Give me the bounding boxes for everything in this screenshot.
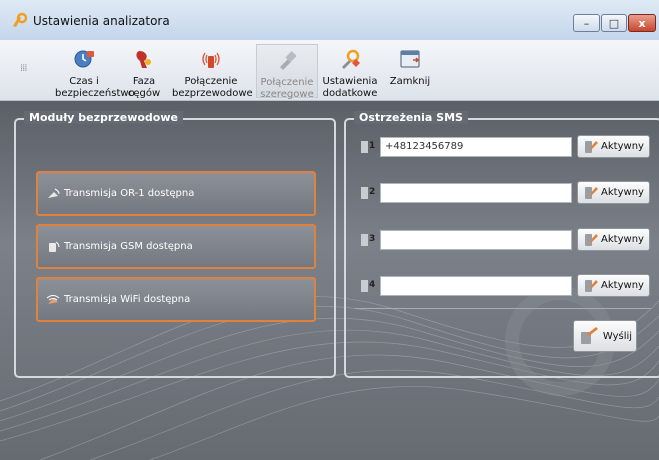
slot-number: 3 bbox=[369, 234, 376, 244]
gsm-icon bbox=[49, 241, 60, 252]
title-bar: Ustawienia analizatora – □ x bbox=[0, 0, 659, 41]
minimize-icon: – bbox=[583, 16, 590, 30]
toolbar-label: Połączenie bbox=[260, 77, 314, 88]
maximize-icon: □ bbox=[608, 16, 620, 30]
active-button-label: Aktywny bbox=[601, 141, 644, 152]
active-toggle-button-1[interactable]: Aktywny bbox=[577, 135, 650, 158]
clamp-phase-icon bbox=[136, 51, 151, 68]
phone-active-icon bbox=[585, 233, 599, 246]
send-sms-icon bbox=[580, 327, 598, 344]
app-settings-icon bbox=[13, 12, 28, 27]
close-window-icon bbox=[400, 50, 420, 68]
transmission-wifi-button[interactable]: Transmisja WiFi dostępna bbox=[36, 277, 316, 322]
slot-number: 2 bbox=[369, 187, 376, 197]
active-toggle-button-4[interactable]: Aktywny bbox=[577, 274, 650, 297]
toolbar-label: bezpieczeństwo bbox=[55, 88, 135, 99]
phone-number-input-4[interactable] bbox=[380, 276, 572, 296]
phone-active-icon bbox=[585, 186, 599, 199]
phone-number-input-3[interactable] bbox=[380, 230, 572, 250]
serial-connection-icon bbox=[280, 51, 297, 70]
transmission-or1-label: Transmisja OR-1 dostępna bbox=[64, 188, 195, 199]
wireless-modules-title: Moduły bezprzewodowe bbox=[24, 111, 183, 124]
phone-active-icon bbox=[585, 279, 599, 292]
toolbar-label: Ustawienia bbox=[322, 76, 378, 87]
toolbar-label: Połączenie bbox=[184, 76, 238, 87]
phone-active-icon bbox=[585, 140, 599, 153]
phone-number-input-2[interactable] bbox=[380, 183, 572, 203]
clock-security-icon bbox=[74, 50, 94, 68]
toolbar-grip-icon[interactable]: ⁞⁞⁞ bbox=[20, 63, 27, 74]
close-icon: x bbox=[638, 16, 646, 30]
toolbar-button-clamp-phase[interactable]: Faza cęgów bbox=[122, 44, 166, 99]
toolbar-button-close[interactable]: Zamknij bbox=[388, 44, 432, 98]
transmission-gsm-button[interactable]: Transmisja GSM dostępna bbox=[36, 224, 316, 269]
antenna-icon bbox=[48, 188, 60, 198]
wireless-connection-icon bbox=[202, 52, 220, 68]
toolbar-label: Czas i bbox=[69, 76, 99, 87]
transmission-or1-button[interactable]: Transmisja OR-1 dostępna bbox=[36, 171, 316, 216]
toolbar-label: bezprzewodowe bbox=[172, 88, 253, 99]
transmission-gsm-label: Transmisja GSM dostępna bbox=[64, 241, 193, 252]
toolbar-button-additional-settings[interactable]: Ustawienia dodatkowe bbox=[322, 44, 378, 99]
active-toggle-button-2[interactable]: Aktywny bbox=[577, 181, 650, 204]
slot-number: 4 bbox=[369, 280, 376, 290]
active-button-label: Aktywny bbox=[601, 187, 644, 198]
toolbar-label: Zamknij bbox=[389, 76, 431, 87]
close-button[interactable]: x bbox=[628, 14, 656, 32]
slot-number: 1 bbox=[369, 141, 376, 151]
window-title: Ustawienia analizatora bbox=[33, 14, 170, 28]
wifi-icon bbox=[46, 294, 60, 304]
phone-number-input-1[interactable]: +48123456789 bbox=[380, 137, 572, 157]
minimize-button[interactable]: – bbox=[573, 14, 600, 32]
content-area: Moduły bezprzewodowe Transmisja OR-1 dos… bbox=[0, 101, 659, 460]
transmission-wifi-label: Transmisja WiFi dostępna bbox=[64, 294, 191, 305]
toolbar-label: szeregowe bbox=[260, 89, 314, 100]
active-toggle-button-3[interactable]: Aktywny bbox=[577, 228, 650, 251]
toolbar-label: Faza bbox=[132, 76, 156, 87]
sms-warnings-title: Ostrzeżenia SMS bbox=[354, 111, 468, 124]
send-button-label: Wyślij bbox=[602, 330, 633, 342]
toolbar: ⁞⁞⁞ Czas i bezpieczeństwo Faza cęgów Poł… bbox=[0, 40, 659, 101]
toolbar-button-serial[interactable]: Połączenie szeregowe bbox=[256, 44, 318, 100]
toolbar-label: cęgów bbox=[127, 88, 161, 99]
divider bbox=[355, 308, 651, 309]
toolbar-button-wireless[interactable]: Połączenie bezprzewodowe bbox=[172, 44, 253, 99]
send-button[interactable]: Wyślij bbox=[573, 320, 637, 352]
active-button-label: Aktywny bbox=[601, 280, 644, 291]
additional-settings-icon bbox=[342, 49, 360, 69]
toolbar-label: dodatkowe bbox=[322, 88, 378, 99]
active-button-label: Aktywny bbox=[601, 234, 644, 245]
maximize-button[interactable]: □ bbox=[601, 14, 627, 32]
toolbar-button-time-security[interactable]: Czas i bezpieczeństwo bbox=[55, 44, 135, 99]
